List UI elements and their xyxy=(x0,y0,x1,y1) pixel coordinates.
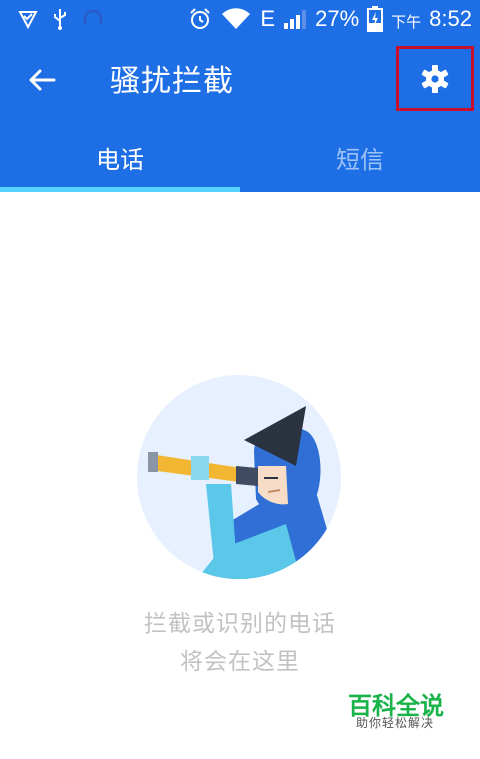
page-title: 骚扰拦截 xyxy=(110,64,234,99)
clock: 8:52 xyxy=(429,6,472,31)
battery-percent: 27% xyxy=(315,6,360,31)
gear-icon xyxy=(421,64,449,93)
headset-icon xyxy=(83,9,103,24)
back-button[interactable] xyxy=(22,60,62,100)
signal-icon xyxy=(284,10,307,29)
app-bar: 骚扰拦截 xyxy=(0,38,480,122)
alarm-icon xyxy=(190,8,211,29)
network-type: E xyxy=(260,6,276,31)
telescope-illustration xyxy=(137,375,341,579)
arrow-left-icon xyxy=(29,69,56,91)
tab-sms[interactable]: 短信 xyxy=(240,122,480,192)
status-bar: E 27% 下午 8:52 xyxy=(0,0,480,38)
tab-phone[interactable]: 电话 xyxy=(0,122,240,192)
battery-charging-icon xyxy=(367,6,384,32)
tab-indicator xyxy=(0,187,240,192)
shield-check-icon xyxy=(18,11,38,29)
wifi-icon xyxy=(222,8,251,30)
watermark-subtitle: 助你轻松解决 xyxy=(356,716,435,730)
ampm: 下午 xyxy=(391,13,422,31)
empty-state-line1: 拦截或识别的电话 xyxy=(144,611,336,637)
usb-icon xyxy=(54,9,66,30)
settings-button[interactable] xyxy=(396,46,474,111)
tab-bar: 电话 短信 xyxy=(0,122,480,192)
empty-state-line2: 将会在这里 xyxy=(180,649,300,675)
